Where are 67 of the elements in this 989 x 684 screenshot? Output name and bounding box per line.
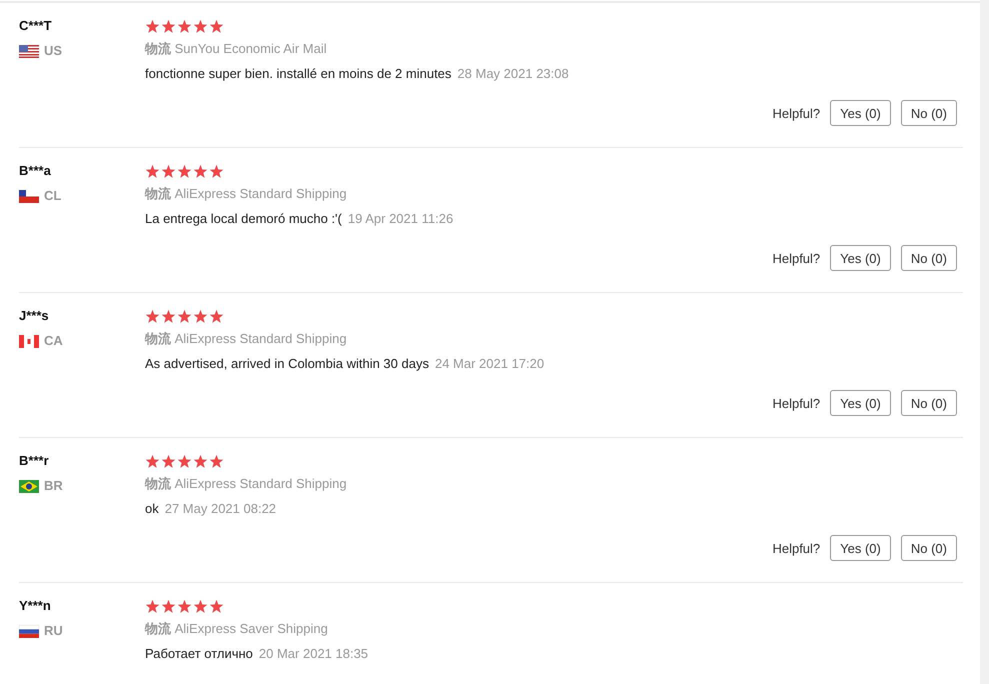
star-icon [209,454,224,468]
review-text: ok [145,501,159,516]
review-text: Работает отлично [145,646,253,661]
no-button[interactable]: No (0) [900,100,957,126]
yes-button[interactable]: Yes (0) [830,535,891,561]
shipping-method: 物流 AliExpress Standard Shipping [145,475,348,493]
country-code: BR [44,477,63,495]
review-date: 19 Apr 2021 11:26 [348,211,454,226]
review-date: 27 May 2021 08:22 [164,501,276,516]
star-icon [177,164,192,178]
yes-button[interactable]: Yes (0) [830,390,891,416]
star-icon [145,454,160,468]
flag-icon [19,624,39,638]
star-icon [161,308,176,324]
star-icon [161,18,176,34]
helpful-label: Helpful? [772,396,820,410]
country-code: CL [44,187,62,205]
yes-button[interactable]: Yes (0) [830,245,891,271]
star-icon [145,164,160,178]
helpful-label: Helpful? [772,540,820,556]
flag-icon [19,480,39,492]
shipping-method: 物流 AliExpress Standard Shipping [145,330,348,348]
star-icon [193,598,208,614]
star-icon [193,18,208,34]
no-button[interactable]: No (0) [900,535,957,561]
star-icon [161,164,176,178]
star-icon [209,164,224,178]
country-code: US [44,42,62,60]
reviewer-name: C***T [19,17,53,35]
helpful-label: Helpful? [772,106,820,120]
helpful-label: Helpful? [772,250,820,266]
star-icon [145,18,160,34]
star-icon [177,598,192,614]
star-icon [209,308,224,324]
review-date: 24 Mar 2021 17:20 [434,356,544,371]
shipping-method: 物流 SunYou Economic Air Mail [145,40,328,58]
flag-icon [19,44,39,58]
star-icon [177,18,192,34]
review-date: 20 Mar 2021 18:35 [258,646,368,661]
star-icon [193,308,208,324]
star-icon [177,308,192,324]
review-text: La entrega local demoró mucho :'( [145,211,342,226]
star-icon [193,164,208,178]
review-text: fonctionne super bien. installé en moins de 2 minutes [145,66,452,81]
no-button[interactable]: No (0) [900,390,957,416]
review-date: 28 May 2021 23:08 [457,66,569,81]
no-button[interactable]: No (0) [900,245,957,271]
reviewer-name: J***s [19,307,50,325]
star-icon [145,598,160,614]
country-code: RU [44,622,63,640]
reviewer-name: B***a [19,162,52,180]
country-code: CA [44,332,63,350]
star-icon [209,598,224,614]
yes-button[interactable]: Yes (0) [830,100,891,126]
star-icon [161,598,176,614]
star-icon [209,18,224,34]
shipping-method: 物流 AliExpress Standard Shipping [145,185,348,203]
flag-icon [19,334,39,348]
reviewer-name: B***r [19,452,50,470]
flag-icon [19,190,39,202]
review-text: As advertised, arrived in Colombia within 30 days [145,356,429,371]
reviewer-name: Y***n [19,597,52,615]
star-icon [161,454,176,468]
star-icon [177,454,192,468]
star-icon [145,308,160,324]
star-icon [193,454,208,468]
shipping-method: 物流 AliExpress Saver Shipping [145,620,329,638]
